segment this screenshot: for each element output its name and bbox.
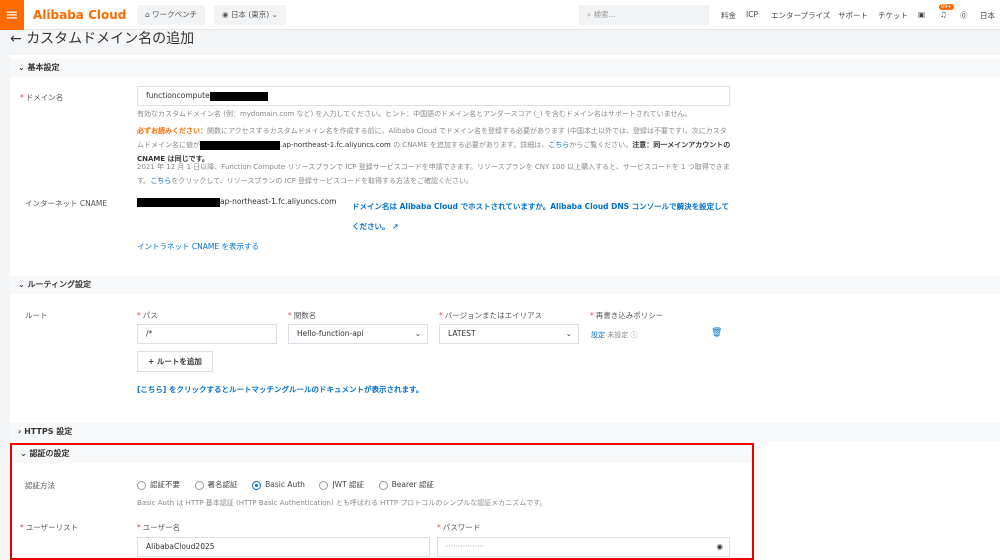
help-icon[interactable]: ⓪ [960, 10, 968, 21]
region-label: 日本 (東京) [230, 10, 270, 19]
redacted [209, 91, 268, 101]
icp-link[interactable]: こちら [150, 177, 171, 185]
chevron-down-icon: ⌄ [565, 329, 572, 338]
path-input[interactable]: /* [137, 324, 277, 344]
function-select[interactable]: Hello-function-api ⌄ [288, 324, 428, 344]
nav-pricing[interactable]: 料金 [721, 10, 736, 21]
top-bar: ≡ Alibaba Cloud ⌂ ワークベンチ ◉ 日本 (東京) ⌄ ⌕ 検… [0, 0, 1000, 30]
version-label: * バージョンまたはエイリアス [439, 311, 543, 320]
nav-icp[interactable]: ICP [746, 10, 758, 19]
section-title: ルーティング設定 [27, 280, 92, 289]
rewrite-set-link[interactable]: 設定 [591, 331, 605, 339]
highlight-box [10, 443, 754, 560]
logo[interactable]: Alibaba Cloud [33, 8, 126, 22]
language-selector[interactable]: 日本 [980, 10, 995, 21]
workbench-button[interactable]: ⌂ ワークベンチ [137, 5, 206, 25]
workbench-label: ワークベンチ [152, 10, 198, 19]
nav-support[interactable]: サポート [838, 10, 868, 21]
route-label: ルート [25, 311, 48, 320]
region-selector[interactable]: ◉ 日本 (東京) ⌄ [214, 5, 286, 25]
page-title: ← カスタムドメイン名の追加 [10, 28, 194, 48]
section-https-header[interactable]: › HTTPS 設定 [10, 423, 1000, 441]
notification-badge: 99+ [939, 4, 954, 10]
section-title: 基本設定 [27, 63, 60, 72]
delete-icon[interactable]: 🗑 [711, 328, 722, 338]
section-basic-header[interactable]: ⌄ 基本設定 [10, 59, 1000, 77]
rewrite-label: * 再書き込みポリシー [590, 311, 664, 320]
chevron-down-icon: ⌄ [414, 329, 421, 338]
domain-input[interactable]: functioncompute [137, 86, 730, 106]
section-routing-header[interactable]: ⌄ ルーティング設定 [10, 276, 1000, 294]
info-icon: ⓘ [630, 331, 638, 339]
terminal-icon[interactable]: ▣ [918, 10, 925, 19]
route-doc-link[interactable]: [こちら] をクリックするとルートマッチングルールのドキュメントが表示されます。 [137, 384, 423, 395]
rewrite-policy: 設定 未設定 ⓘ [591, 331, 638, 339]
domain-hint: 有効なカスタムドメイン名 (例：mydomain.com など) を入力してくだ… [137, 110, 692, 118]
external-link-icon: ↗ [392, 222, 399, 231]
nav-ticket[interactable]: チケット [878, 10, 908, 21]
domain-value: functioncompute [146, 91, 210, 100]
add-route-button[interactable]: + ルートを追加 [137, 351, 213, 372]
function-label: * 関数名 [288, 311, 317, 320]
back-arrow-icon[interactable]: ← [10, 31, 26, 47]
nav-enterprise[interactable]: エンタープライズ [771, 10, 830, 21]
search-input[interactable]: ⌕ 検索... [579, 5, 709, 25]
dns-console-link[interactable]: ドメイン名は Alibaba Cloud でホストされていますか。Alibaba… [352, 197, 732, 237]
warning-link[interactable]: こちら [548, 141, 569, 149]
search-placeholder: 検索... [593, 10, 616, 19]
page-title-text: カスタムドメイン名の追加 [26, 31, 195, 47]
domain-label: * ドメイン名 [20, 93, 64, 102]
section-title: HTTPS 設定 [24, 427, 73, 436]
path-label: * パス [137, 311, 158, 320]
menu-icon[interactable]: ≡ [0, 0, 24, 30]
version-select[interactable]: LATEST ⌄ [439, 324, 579, 344]
intranet-cname-link[interactable]: イントラネット CNAME を表示する [137, 241, 259, 252]
cname-value: ap-northeast-1.fc.aliyuncs.com [137, 197, 336, 207]
bell-icon[interactable]: ♫ [940, 10, 947, 19]
cname-label: インターネット CNAME [25, 199, 108, 208]
icp-note: 2021 年 12 月 1 日以降、Function Compute リソースプ… [137, 163, 730, 185]
